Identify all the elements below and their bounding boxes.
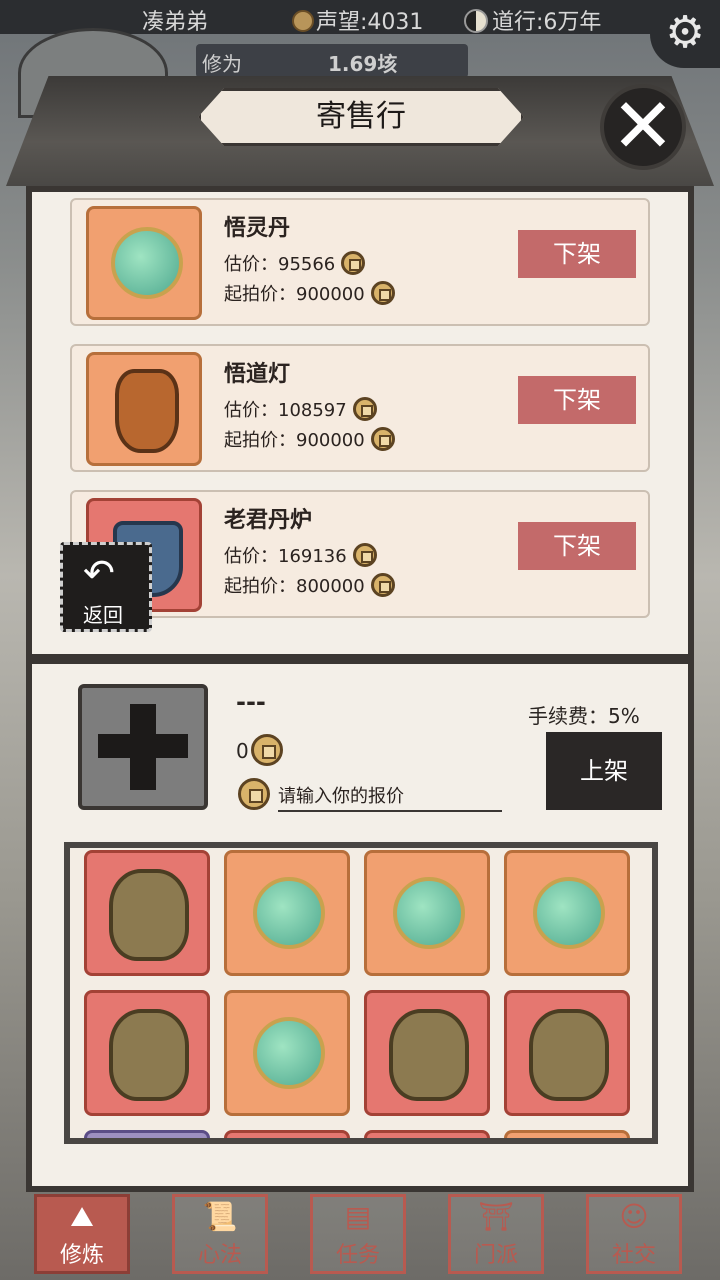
back-label: 返回 xyxy=(83,603,123,627)
item-name: 悟灵丹 xyxy=(224,216,291,241)
gate-icon: ⛩ xyxy=(478,1200,514,1233)
inventory-slot[interactable] xyxy=(504,850,630,976)
nav-cultivate[interactable]: ⛰ 修炼 xyxy=(34,1194,130,1274)
consignment-panel: 悟灵丹 估价：95566 起拍价：900000 下架 悟道灯 估价：108597… xyxy=(26,186,694,1192)
bid-coin-icon xyxy=(238,778,270,810)
nav-sect[interactable]: ⛩ 门派 xyxy=(448,1194,544,1274)
inventory-slot[interactable] xyxy=(224,990,350,1116)
coin-icon xyxy=(370,281,395,305)
orb-pill-icon xyxy=(393,877,465,949)
list-button[interactable]: 上架 xyxy=(546,732,662,810)
unlist-button[interactable]: 下架 xyxy=(518,376,636,424)
close-icon: ✕ xyxy=(611,81,675,170)
nav-social[interactable]: ☺ 社交 xyxy=(586,1194,682,1274)
item-name: 老君丹炉 xyxy=(224,508,313,533)
item-estimate: 估价：95566 xyxy=(224,250,366,276)
bid-price-input[interactable] xyxy=(278,782,502,812)
inventory-slot[interactable] xyxy=(364,990,490,1116)
fee-label: 手续费：5% xyxy=(528,704,640,728)
orb-pill-icon xyxy=(533,877,605,949)
inventory-slot[interactable] xyxy=(224,850,350,976)
fame-stat: 声望:4031 xyxy=(292,4,423,36)
back-button[interactable]: ↶ 返回 xyxy=(60,542,152,632)
orb-pill-icon xyxy=(86,206,202,320)
mountain-icon: ⛰ xyxy=(70,1200,94,1233)
item-start-price: 起拍价：800000 xyxy=(224,572,395,598)
coin-icon xyxy=(341,251,366,275)
talisman-icon xyxy=(389,1009,469,1101)
listing-item: 悟灵丹 估价：95566 起拍价：900000 下架 xyxy=(70,198,650,326)
lantern-icon xyxy=(86,352,202,466)
talisman-icon xyxy=(109,869,189,961)
cultivation-label: 修为 xyxy=(202,52,242,76)
fame-value: 声望:4031 xyxy=(316,10,424,35)
item-start-price: 起拍价：900000 xyxy=(224,426,395,452)
close-button[interactable]: ✕ xyxy=(600,84,686,170)
inventory-slot[interactable] xyxy=(364,1130,490,1138)
cultivation-value: 1.69垓 xyxy=(328,52,398,76)
window-title: 寄售行 xyxy=(198,88,524,146)
listing-item: 老君丹炉 估价：169136 起拍价：800000 下架 xyxy=(70,490,650,618)
inventory-grid[interactable] xyxy=(64,842,658,1144)
add-item-slot[interactable] xyxy=(78,684,208,810)
unlist-button[interactable]: 下架 xyxy=(518,230,636,278)
back-arrow-icon: ↶ xyxy=(83,551,115,595)
inventory-slot[interactable] xyxy=(224,1130,350,1138)
item-estimate: 估价：108597 xyxy=(224,396,377,422)
selected-item-name: --- xyxy=(236,688,266,716)
inventory-slot[interactable] xyxy=(364,850,490,976)
coin-icon xyxy=(352,397,377,421)
item-start-price: 起拍价：900000 xyxy=(224,280,395,306)
item-name: 悟道灯 xyxy=(224,362,291,387)
listing-item: 悟道灯 估价：108597 起拍价：900000 下架 xyxy=(70,344,650,472)
nav-method[interactable]: 📜 心法 xyxy=(172,1194,268,1274)
orb-pill-icon xyxy=(253,877,325,949)
selected-item-price: 0 xyxy=(236,734,283,766)
coin-icon xyxy=(370,427,395,451)
coin-icon xyxy=(292,10,314,32)
people-icon: ☺ xyxy=(619,1200,649,1233)
inventory-slot[interactable] xyxy=(84,990,210,1116)
bottom-nav: ⛰ 修炼 📜 心法 ▤ 任务 ⛩ 门派 ☺ 社交 xyxy=(0,1192,720,1280)
unlist-button[interactable]: 下架 xyxy=(518,522,636,570)
cultivation-bar: 修为 1.69垓 xyxy=(196,44,468,78)
inventory-slot[interactable] xyxy=(504,1130,630,1138)
task-icon: ▤ xyxy=(344,1200,372,1233)
inventory-slot[interactable] xyxy=(84,1130,210,1138)
coin-icon xyxy=(370,573,395,597)
talisman-icon xyxy=(109,1009,189,1101)
coin-icon xyxy=(250,734,283,766)
inventory-slot[interactable] xyxy=(504,990,630,1116)
section-divider xyxy=(32,654,688,664)
coin-icon xyxy=(352,543,377,567)
nav-task[interactable]: ▤ 任务 xyxy=(310,1194,406,1274)
player-name: 凑弟弟 xyxy=(142,10,209,35)
inventory-slot[interactable] xyxy=(84,850,210,976)
settings-gear-icon[interactable]: ⚙ xyxy=(650,0,720,68)
item-estimate: 估价：169136 xyxy=(224,542,377,568)
scroll-icon: 📜 xyxy=(202,1200,238,1233)
yinyang-icon xyxy=(464,9,488,33)
talisman-icon xyxy=(529,1009,609,1101)
dao-value: 道行:6万年 xyxy=(492,10,602,35)
orb-pill-icon xyxy=(253,1017,325,1089)
dao-stat: 道行:6万年 xyxy=(464,4,601,36)
